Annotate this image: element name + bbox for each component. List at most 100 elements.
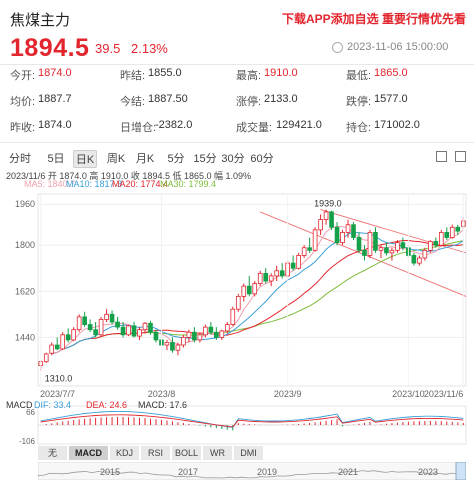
candle-body [319,220,323,230]
candle-body [209,327,213,332]
y-tick-label: 1440 [15,332,35,342]
stat-value: 129421.0 [276,119,322,131]
candle-body [99,319,103,334]
candle-body [77,317,81,330]
candle-body [50,345,54,353]
stat-value: 171002.0 [374,119,420,131]
candle-body [374,232,378,250]
candle-body [395,243,399,251]
timeline-year: 2023 [418,467,438,477]
stat-value: 1910.0 [264,67,298,79]
candle-body [171,342,175,350]
period-tab[interactable]: 15分 [193,150,217,168]
period-tab[interactable]: 30分 [221,150,245,168]
period-tabs: 分时 5日 日K 周K 月K 5分 15分 30分 60分 [0,149,474,169]
candle-body [313,230,317,250]
candle-body [428,241,432,250]
candle-body [61,335,65,349]
stat-label: 今结: [120,93,145,109]
macd-tick: -106 [19,437,36,446]
candle-body [44,354,48,362]
candle-body [335,227,339,242]
crosshair-icon[interactable] [436,151,447,162]
candle-body [83,317,87,325]
timeline-navigator[interactable]: 2015 2017 2019 2021 2023 [38,462,466,480]
candle-body [138,330,142,336]
period-tab[interactable]: 月K [133,150,157,168]
candle-body [143,323,147,329]
stat-value: 1874.0 [38,67,72,79]
indicator-tab[interactable]: 无 [38,446,68,460]
macd-label: DIF: 33.4 [34,400,71,410]
candle-body [297,255,301,268]
candle-body [203,327,207,335]
download-app-promo[interactable]: 下载APP添加自选 重要行情优先看 [282,10,466,27]
candle-body [149,323,153,332]
x-tick-label: 2023/8 [148,389,176,399]
candle-body [445,232,449,237]
y-tick-label: 1960 [15,199,35,209]
timeline-year: 2017 [178,467,198,477]
x-tick-label: 2023/11/6 [424,389,463,399]
x-tick-label: 2023/9 [274,389,302,399]
candle-body [385,248,389,253]
indicator-tab[interactable]: KDJ [110,446,140,460]
stat-value: -2382.0 [155,119,192,131]
candle-body [264,273,268,281]
candle-body [94,330,98,335]
period-tab[interactable]: 5日 [44,150,68,168]
timeline-year: 2015 [100,467,120,477]
candle-body [66,335,70,340]
candle-body [176,345,180,350]
candle-body [417,258,421,263]
candle-body [308,248,312,251]
period-tab[interactable]: 60分 [250,150,274,168]
candle-body [456,227,460,231]
price-change-pct: 2.13% [131,41,168,56]
period-tab[interactable]: 周K [104,150,128,168]
candle-body [181,337,185,345]
candle-body [110,314,114,322]
stat-value: 1874.0 [38,119,72,131]
candle-body [363,250,367,255]
candle-body [236,296,240,309]
candle-body [390,250,394,253]
period-tab[interactable]: 日K [73,150,97,168]
indicator-tab[interactable]: MACD [69,446,109,460]
candle-body [253,284,257,294]
divider [0,142,474,143]
min-annotation: 1310.0 [45,374,73,384]
candle-body [346,225,350,233]
period-tab[interactable]: 分时 [8,150,32,168]
stat-label: 持仓: [346,119,371,135]
candlestick-chart[interactable]: 1960 1800 1620 1440 1939.0 1310.0 2023/7/7 2023… [0,188,474,446]
candle-body [165,342,169,345]
candle-body [412,255,416,263]
stat-label: 最高: [236,67,261,83]
candle-body [291,263,295,268]
candle-body [198,335,202,340]
stat-value: 1577.0 [374,93,408,105]
stat-label: 跌停: [346,93,371,109]
period-tab[interactable]: 5分 [164,150,188,168]
price-change: 39.5 [95,41,120,56]
indicator-tab[interactable]: BOLL [172,446,202,460]
indicator-tab[interactable]: RSI [141,446,171,460]
stat-label: 昨结: [120,67,145,83]
indicator-tab[interactable]: WR [203,446,233,460]
candle-body [187,332,191,337]
indicator-tab[interactable]: DMI [234,446,264,460]
stat-label: 今开: [10,67,35,83]
candle-body [214,332,218,337]
stat-label: 均价: [10,93,35,109]
candle-body [72,330,76,340]
candle-body [225,325,229,331]
fullscreen-icon[interactable] [455,151,466,162]
candle-body [231,309,235,324]
candle-body [341,232,345,242]
stat-label: 最低: [346,67,371,83]
candle-body [357,238,361,251]
y-tick-label: 1800 [15,240,35,250]
stat-label: 昨收: [10,119,35,135]
candle-body [88,325,92,330]
